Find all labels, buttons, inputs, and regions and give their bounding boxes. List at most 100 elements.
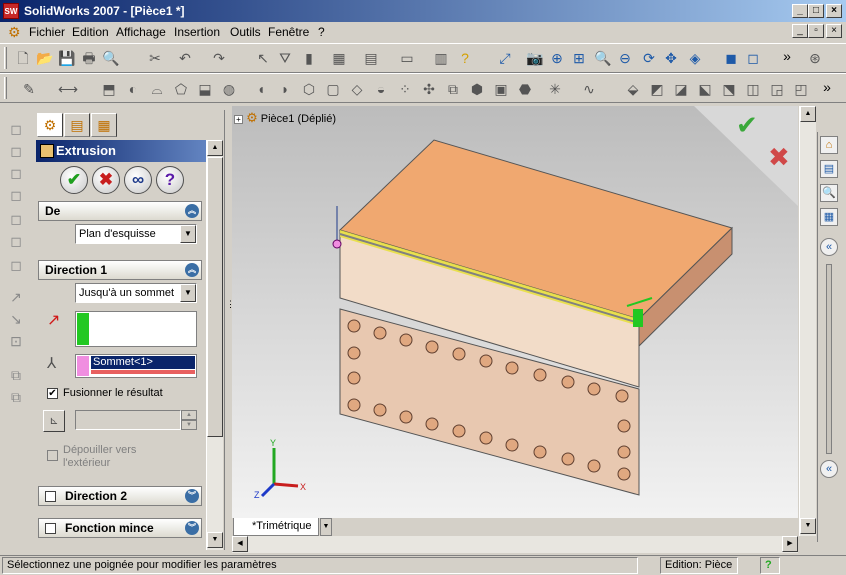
mirror-icon[interactable]: ⧉ [444,80,462,98]
extruded-boss-icon[interactable]: ⬒ [100,80,118,98]
sketch-trim-icon[interactable]: ↗ [7,288,25,306]
save-icon[interactable]: 💾 [58,49,76,67]
splitter-handle[interactable]: ⋮ [226,300,235,330]
graphics-area[interactable]: + ⚙ Pièce1 (Déplié) ✔ ✖ Y X Z [232,106,798,518]
undo-icon[interactable]: ↶ [176,49,194,67]
collapse-pane-icon[interactable]: « [820,238,838,256]
sketch-arc-icon[interactable]: ◻ [7,232,25,250]
intersect-icon[interactable]: ◰ [792,80,810,98]
property-manager-tab[interactable]: ▤ [64,113,90,137]
dome-icon[interactable]: ◒ [372,80,390,98]
configuration-manager-tab[interactable]: ▦ [91,113,117,137]
group-direction2[interactable]: Direction 2 ︾ [38,486,202,506]
sketch-extend-icon[interactable]: ↘ [7,310,25,328]
file-explorer-icon[interactable]: 🔍 [820,184,838,202]
reference-geometry-icon[interactable]: ✳ [546,80,564,98]
rebuild-icon[interactable]: ▮ [300,49,318,67]
sketch-circle-icon[interactable]: ◻ [7,210,25,228]
loft-icon[interactable]: ⬠ [172,80,190,98]
sketch-parallelogram-icon[interactable]: ◻ [7,164,25,182]
direction2-checkbox[interactable] [45,491,56,502]
chevron-down-icon[interactable]: ▼ [180,284,196,302]
direction-reference-field[interactable] [75,311,197,347]
task-pane-scroll[interactable] [826,264,832,454]
instant3d-icon[interactable]: ⬙ [624,80,642,98]
collapse-icon[interactable]: ︽ [185,204,199,218]
sketch-mirror-icon[interactable]: ⧉ [7,366,25,384]
linear-pattern-icon[interactable]: ⁘ [396,80,414,98]
surfaces-icon[interactable]: ⬔ [720,80,738,98]
sketch-polygon-icon[interactable]: ◻ [7,186,25,204]
confirm-ok-icon[interactable]: ✔ [736,111,758,141]
maximize-button[interactable]: □ [808,4,824,18]
revolved-boss-icon[interactable]: ◐ [124,80,142,98]
scroll-up-button[interactable]: ▲ [207,140,223,156]
spin-down-button[interactable]: ▼ [181,420,197,430]
sketch-icon[interactable]: ✎ [20,80,38,98]
menu-outils[interactable]: Outils [230,25,261,39]
rib-icon[interactable]: ⬡ [300,80,318,98]
preview-button[interactable]: ∞ [124,166,152,194]
confirm-cancel-icon[interactable]: ✖ [768,143,790,173]
close-button[interactable]: × [826,4,842,18]
hole-icon[interactable]: ◍ [220,80,238,98]
app-logo-icon[interactable]: SW [3,3,19,19]
viewport-vscroll[interactable]: ▲ ▼ [799,106,816,536]
doc-restore-button[interactable]: ▫ [808,24,824,38]
camera-icon[interactable]: 📷 [526,49,544,67]
rotate-icon[interactable]: ⟳ [640,49,658,67]
help-button[interactable]: ? [156,166,184,194]
ok-button[interactable]: ✔ [60,166,88,194]
cancel-button[interactable]: ✖ [92,166,120,194]
sketch-rect-icon[interactable]: ◻ [7,142,25,160]
spin-up-button[interactable]: ▲ [181,410,197,420]
cut-extrude-icon[interactable]: ⬓ [196,80,214,98]
expand-icon[interactable]: ︾ [185,489,199,503]
print-preview-icon[interactable]: 🔍 [102,49,120,67]
vertex-selection-field[interactable]: Sommet<1> [75,354,197,378]
pin-icon[interactable]: ⊛ [806,49,824,67]
zoom-area-icon[interactable]: ⊞ [570,49,588,67]
vertex-handle[interactable] [332,239,342,249]
view-palette-icon[interactable]: ▦ [820,208,838,226]
thin-feature-checkbox[interactable] [45,523,56,534]
scroll-up-button[interactable]: ▲ [800,106,816,122]
status-help[interactable]: ? [760,557,780,574]
display-style-icon[interactable]: ◻ [744,49,762,67]
collapse-icon[interactable]: ︽ [185,263,199,277]
scroll-right-button[interactable]: ▶ [782,536,798,552]
smart-dimension-icon[interactable]: ⟷ [58,80,78,98]
circular-pattern-icon[interactable]: ✣ [420,80,438,98]
combine-icon[interactable]: ◲ [768,80,786,98]
model-canvas[interactable]: ✔ ✖ Y X Z [232,106,798,518]
show-axes-icon[interactable]: ⤢ [496,49,514,67]
selected-vertex[interactable]: Sommet<1> [91,356,195,369]
deform-icon[interactable]: ⬣ [516,80,534,98]
shaded-icon[interactable]: ◼ [722,49,740,67]
help-icon[interactable]: ? [456,49,474,67]
menu-insertion[interactable]: Insertion [174,25,220,39]
merge-checkbox[interactable]: ✔ [47,388,58,399]
scroll-down-button[interactable]: ▼ [800,518,816,534]
menu-help[interactable]: ? [318,25,325,39]
sweep-icon[interactable]: ⌓ [148,80,166,98]
weldments-icon[interactable]: ◪ [672,80,690,98]
scroll-left-button[interactable]: ◀ [232,536,248,552]
scroll-thumb[interactable] [207,157,223,437]
library-icon[interactable]: ▤ [820,160,838,178]
chamfer-icon[interactable]: ◗ [276,80,294,98]
from-select[interactable]: Plan d'esquisse ▼ [75,224,197,244]
sketch-spline-icon[interactable]: ◻ [7,256,25,274]
viewport-hscroll[interactable]: ◀ ▶ [232,536,798,553]
curves-icon[interactable]: ∿ [580,80,598,98]
group-from[interactable]: De ︽ [38,201,202,221]
pm-scrollbar[interactable]: ▲ ▼ [206,140,223,550]
group-direction1[interactable]: Direction 1 ︽ [38,260,202,280]
pan-icon[interactable]: ✥ [662,49,680,67]
draft-outward-checkbox[interactable] [47,450,58,461]
wrap-icon[interactable]: ▣ [492,80,510,98]
toolbar-overflow-icon[interactable]: » [778,47,796,65]
chevron-down-icon[interactable]: ▼ [180,225,196,243]
home-icon[interactable]: ⌂ [820,136,838,154]
view-orientation-icon[interactable]: ◈ [686,49,704,67]
